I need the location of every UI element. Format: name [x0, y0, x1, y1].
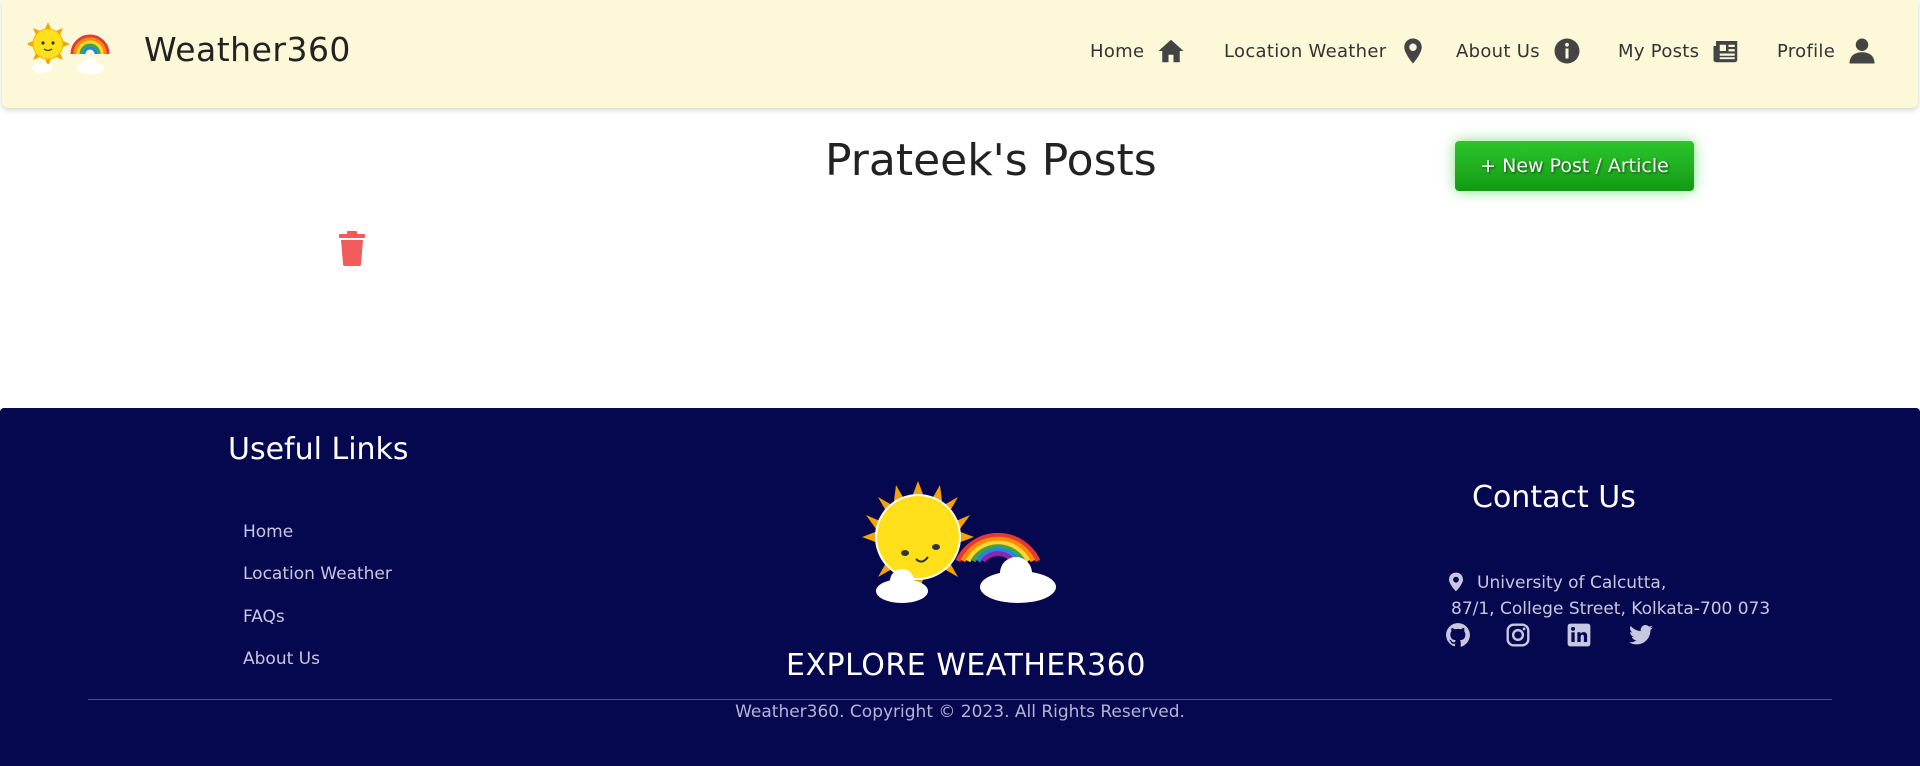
- new-post-button[interactable]: + New Post / Article: [1455, 141, 1694, 191]
- footer-divider: [88, 699, 1832, 700]
- home-icon: [1158, 39, 1184, 63]
- nav-home[interactable]: Home: [1090, 36, 1186, 66]
- nav-location-weather-label: Location Weather: [1224, 40, 1387, 62]
- twitter-icon: [1629, 625, 1653, 645]
- footer-link-home[interactable]: Home: [243, 522, 293, 542]
- brand-name[interactable]: Weather360: [144, 30, 351, 69]
- instagram-icon: [1506, 623, 1530, 647]
- nav-my-posts[interactable]: My Posts: [1618, 36, 1741, 66]
- trash-icon[interactable]: [337, 230, 367, 266]
- linkedin-link[interactable]: [1566, 622, 1592, 648]
- page-title: Prateek's Posts: [825, 135, 1157, 186]
- address-line-2: 87/1, College Street, Kolkata-700 073: [1451, 599, 1771, 619]
- nav-profile-label: Profile: [1777, 40, 1836, 62]
- nav-my-posts-label: My Posts: [1618, 40, 1700, 62]
- github-link[interactable]: [1445, 622, 1471, 648]
- useful-links-title: Useful Links: [228, 432, 409, 467]
- instagram-link[interactable]: [1505, 622, 1531, 648]
- sun-rainbow-logo-icon[interactable]: [28, 20, 112, 76]
- nav-about-us-label: About Us: [1456, 40, 1540, 62]
- explore-heading: EXPLORE WEATHER360: [786, 648, 1146, 683]
- map-pin-icon: [1449, 572, 1463, 592]
- navbar: Weather360 Home Location Weather About U…: [2, 0, 1918, 108]
- address-line-1: University of Calcutta,: [1477, 573, 1667, 593]
- linkedin-icon: [1567, 623, 1591, 647]
- sun-rainbow-logo-icon: [862, 481, 1056, 603]
- nav-home-label: Home: [1090, 40, 1145, 62]
- footer-link-faqs[interactable]: FAQs: [243, 607, 285, 627]
- contact-us-title: Contact Us: [1472, 480, 1636, 515]
- newspaper-icon: [1713, 41, 1738, 63]
- copyright-text: Weather360. Copyright © 2023. All Rights…: [735, 702, 1185, 722]
- nav-about-us[interactable]: About Us: [1456, 36, 1582, 66]
- user-icon: [1849, 38, 1875, 64]
- twitter-link[interactable]: [1628, 622, 1654, 648]
- nav-profile[interactable]: Profile: [1777, 36, 1877, 66]
- footer-link-about-us[interactable]: About Us: [243, 649, 320, 669]
- nav-location-weather[interactable]: Location Weather: [1224, 36, 1428, 66]
- map-pin-icon: [1404, 38, 1423, 64]
- info-icon: [1554, 38, 1580, 64]
- footer: Useful Links Home Location Weather FAQs …: [0, 408, 1920, 766]
- github-icon: [1446, 623, 1470, 647]
- footer-link-location-weather[interactable]: Location Weather: [243, 564, 392, 584]
